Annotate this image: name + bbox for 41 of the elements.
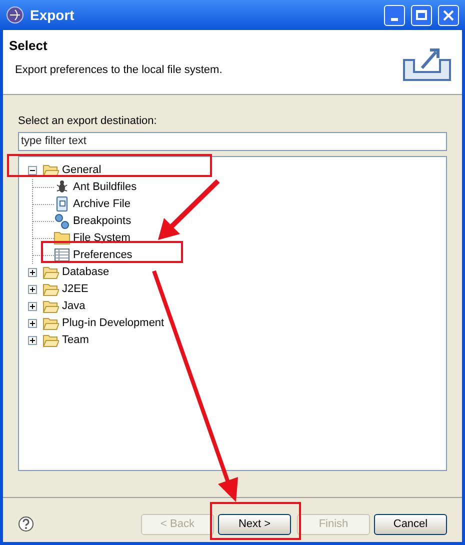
tree-item[interactable]: Database <box>43 264 110 280</box>
expand-toggle[interactable] <box>28 336 37 344</box>
tree-item[interactable]: Archive File <box>54 196 130 212</box>
minimize-button[interactable] <box>384 4 405 26</box>
arrow-drawing <box>158 179 220 240</box>
tree-item[interactable]: Plug-in Development <box>43 314 164 332</box>
help-icon[interactable] <box>18 516 34 532</box>
maximize-button[interactable] <box>411 4 432 26</box>
expand-toggle[interactable] <box>28 318 37 328</box>
tree-item[interactable]: Breakpoints <box>54 212 132 230</box>
tree-item[interactable]: Team <box>43 332 89 348</box>
tree-item[interactable]: J2EE <box>43 280 88 298</box>
tree-item[interactable]: Java <box>43 298 86 314</box>
destination-label: Select an export destination: <box>18 114 158 129</box>
archive-icon <box>54 196 70 212</box>
expand-toggle[interactable] <box>28 302 37 310</box>
folder-icon <box>43 300 59 312</box>
tree-item[interactable]: File System <box>54 230 130 246</box>
app-icon <box>6 6 24 24</box>
page-title: Select <box>9 37 48 55</box>
dots-icon <box>54 213 70 229</box>
folder-icon <box>43 164 59 176</box>
table-icon <box>54 248 70 262</box>
dialog-button[interactable]: Next > <box>218 514 291 534</box>
folder-icon <box>43 316 59 330</box>
bug-icon <box>54 179 70 195</box>
page-description: Export preferences to the local file system. <box>14 62 224 78</box>
folder-icon <box>43 266 59 278</box>
close-icon <box>443 10 454 20</box>
folder-icon <box>43 282 59 296</box>
tree-item[interactable]: General <box>43 162 102 178</box>
close-button[interactable] <box>438 4 459 26</box>
window-title: Export <box>30 6 76 25</box>
dialog-button[interactable]: Cancel <box>374 514 447 534</box>
tree-item[interactable]: Ant Buildfiles <box>54 178 137 196</box>
expand-toggle[interactable] <box>28 268 37 276</box>
tree-item[interactable]: Preferences <box>54 246 132 264</box>
collapse-toggle[interactable] <box>28 166 37 174</box>
expand-toggle[interactable] <box>28 284 37 294</box>
folder-icon <box>43 334 59 346</box>
filter-field[interactable]: type filter text <box>18 132 447 150</box>
